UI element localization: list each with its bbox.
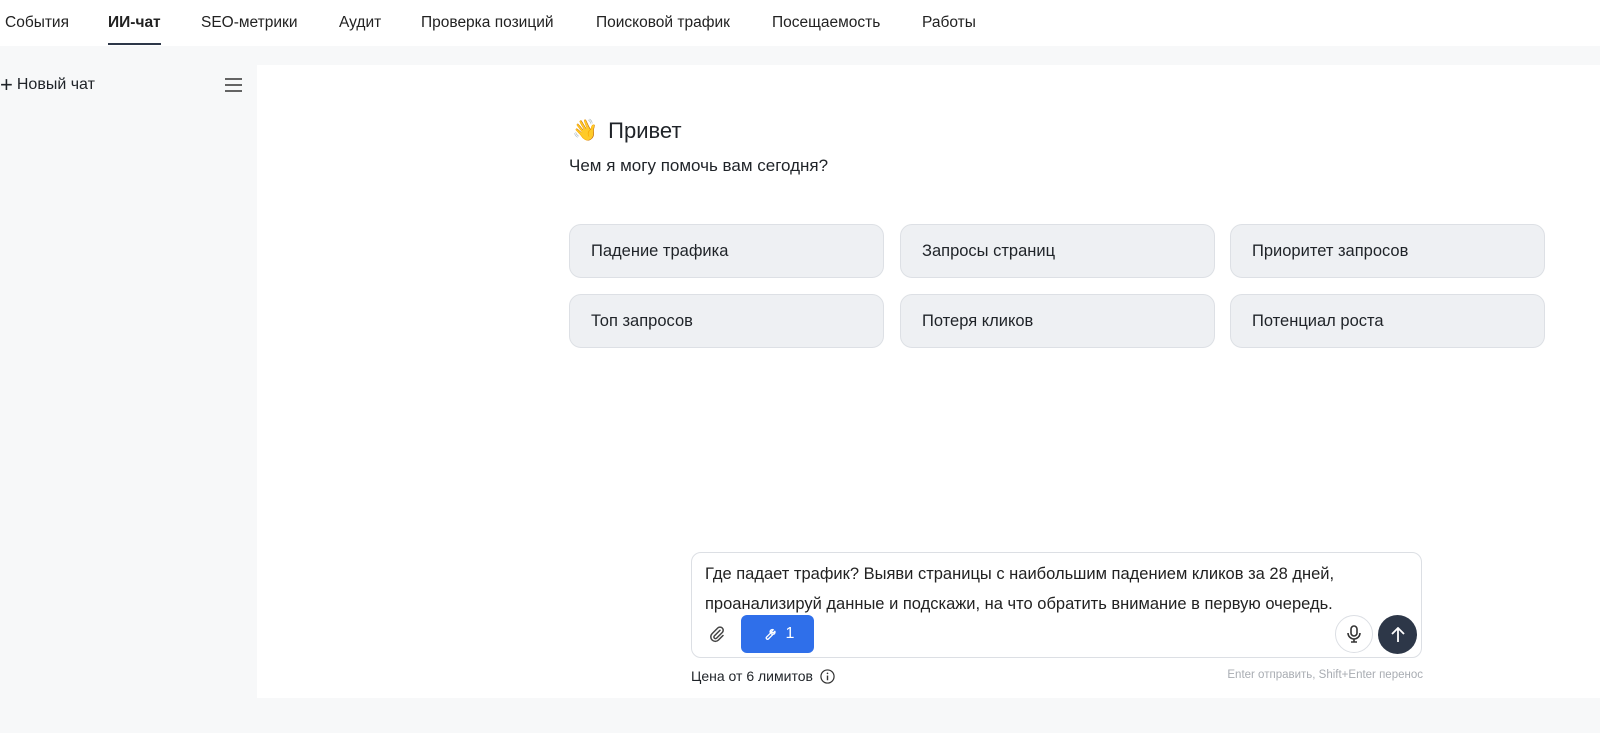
- menu-icon[interactable]: [225, 78, 242, 92]
- tab-position-check[interactable]: Проверка позиций: [421, 14, 554, 32]
- tab-search-traffic[interactable]: Поисковой трафик: [596, 14, 730, 32]
- suggestion-chip[interactable]: Потенциал роста: [1230, 294, 1545, 348]
- tab-attendance[interactable]: Посещаемость: [772, 14, 880, 32]
- suggestion-chip[interactable]: Падение трафика: [569, 224, 884, 278]
- info-icon[interactable]: [820, 668, 835, 684]
- new-chat-label: Новый чат: [16, 76, 95, 93]
- waving-hand-icon: 👋: [572, 119, 599, 142]
- plus-icon: +: [0, 72, 13, 97]
- price-label: Цена от 6 лимитов: [691, 668, 813, 684]
- tab-ai-chat[interactable]: ИИ-чат: [108, 14, 161, 45]
- suggestion-chip[interactable]: Топ запросов: [569, 294, 884, 348]
- send-button[interactable]: [1378, 615, 1417, 654]
- suggestion-chip[interactable]: Потеря кликов: [900, 294, 1215, 348]
- arrow-up-icon: [1390, 626, 1405, 642]
- chat-sidebar: [0, 46, 256, 733]
- message-input[interactable]: Где падает трафик? Выяви страницы с наиб…: [705, 559, 1405, 619]
- greeting: 👋 Привет: [572, 118, 682, 144]
- tab-audit[interactable]: Аудит: [339, 14, 381, 32]
- greeting-subtitle: Чем я могу помочь вам сегодня?: [569, 156, 829, 175]
- suggestion-chip[interactable]: Приоритет запросов: [1230, 224, 1545, 278]
- wrench-icon: [765, 628, 776, 640]
- microphone-icon: [1347, 625, 1361, 643]
- tools-count: 1: [785, 625, 795, 642]
- paperclip-icon[interactable]: [708, 625, 726, 643]
- chat-composer: Где падает трафик? Выяви страницы с наиб…: [691, 552, 1422, 658]
- tab-events[interactable]: События: [5, 14, 69, 32]
- microphone-button[interactable]: [1335, 615, 1373, 653]
- keyboard-hint: Enter отправить, Shift+Enter перенос: [1227, 669, 1423, 681]
- new-chat-button[interactable]: + Новый чат: [0, 72, 95, 97]
- greeting-title: Привет: [608, 118, 682, 143]
- suggestion-chip[interactable]: Запросы страниц: [900, 224, 1215, 278]
- top-navigation: События ИИ-чат SEO-метрики Аудит Проверк…: [0, 0, 1600, 46]
- price-info: Цена от 6 лимитов: [691, 668, 835, 684]
- tab-works[interactable]: Работы: [922, 14, 976, 32]
- tools-button[interactable]: 1: [741, 615, 814, 653]
- tab-seo-metrics[interactable]: SEO-метрики: [201, 14, 297, 32]
